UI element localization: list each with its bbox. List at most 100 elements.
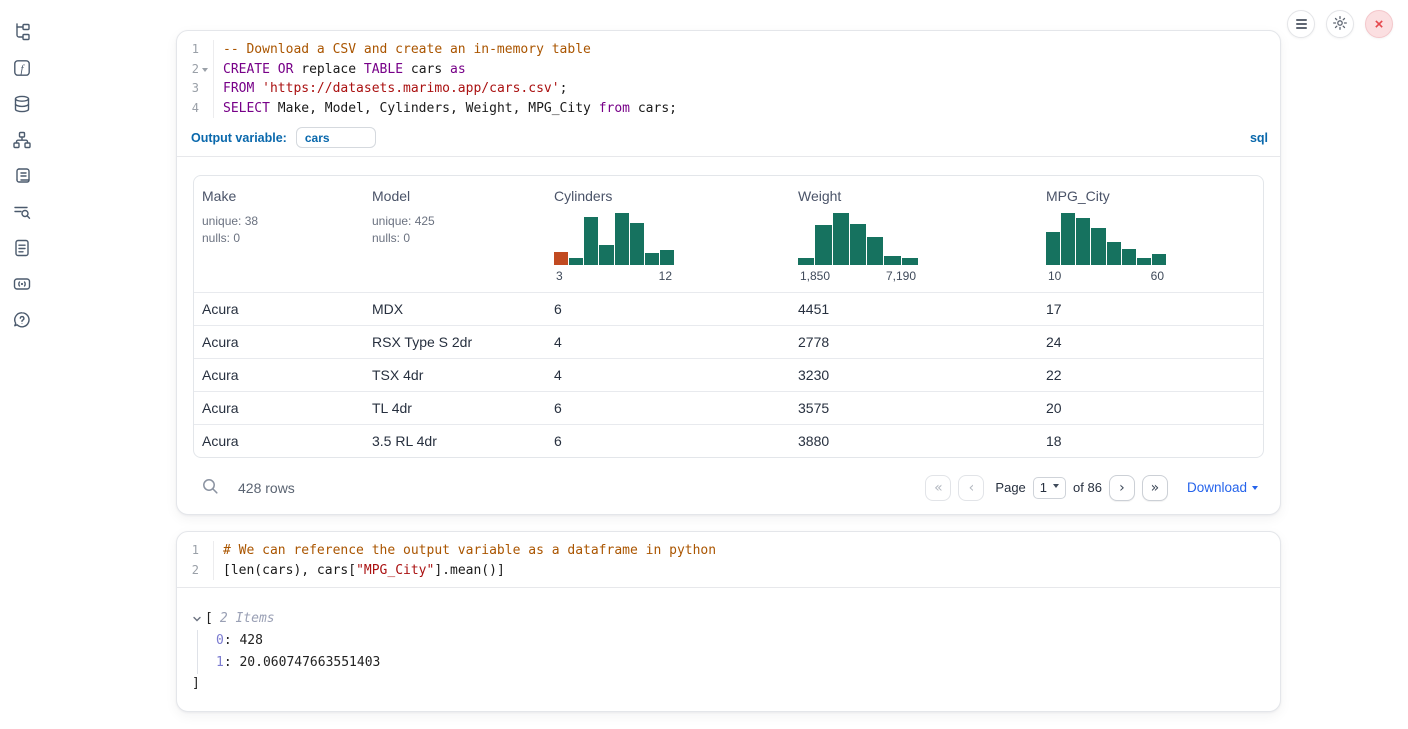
logs-search-icon (12, 202, 32, 222)
table-cell: 22 (1038, 367, 1263, 383)
sidebar-item-dependency-graph[interactable] (11, 129, 33, 151)
topbar: × (1287, 10, 1393, 38)
sidebar-item-logs[interactable] (11, 201, 33, 223)
next-page-button[interactable]: › (1109, 475, 1135, 501)
sidebar-item-functions[interactable]: f (11, 57, 33, 79)
sidebar-item-help[interactable] (11, 309, 33, 331)
menu-button[interactable] (1287, 10, 1315, 38)
prev-page-button[interactable]: ‹ (958, 475, 984, 501)
line-number: 1 (192, 40, 199, 60)
svg-text:f: f (20, 63, 25, 75)
table-row[interactable]: AcuraMDX6445117 (194, 292, 1263, 325)
first-page-button[interactable]: « (925, 475, 951, 501)
table-row[interactable]: AcuraRSX Type S 2dr4277824 (194, 325, 1263, 358)
scroll-icon (12, 166, 32, 186)
language-badge[interactable]: sql (1250, 131, 1268, 145)
line-gutter: 1 (177, 40, 214, 60)
download-label: Download (1187, 480, 1247, 495)
fold-spacer (200, 565, 210, 575)
code-text: CREATE OR replace TABLE cars as (214, 60, 466, 80)
column-header-model[interactable]: Modelunique: 425nulls: 0 (364, 188, 546, 283)
tree-separator: : (224, 655, 240, 670)
histogram-labels: 1,8507,190 (798, 269, 918, 283)
tree-key: 0 (216, 633, 224, 648)
table-cell: TSX 4dr (364, 367, 546, 383)
column-name: Cylinders (554, 188, 782, 204)
code-token: TABLE (364, 62, 403, 77)
sidebar-item-datasources[interactable] (11, 93, 33, 115)
pagination: « ‹ Page 1 of 86 › » Download (925, 475, 1258, 501)
items-count-label: 2 Items (220, 608, 275, 629)
histogram-bar (584, 217, 598, 265)
output-variable-input[interactable] (296, 127, 376, 148)
close-bracket: ] (192, 674, 1280, 694)
histogram-bar (1076, 218, 1090, 265)
code-token: OR (278, 62, 294, 77)
column-name: Weight (798, 188, 1030, 204)
histogram-bar (1152, 254, 1166, 265)
table-cell: RSX Type S 2dr (364, 334, 546, 350)
code-text: [len(cars), cars["MPG_City"].mean()] (214, 561, 505, 581)
table-cell: 3.5 RL 4dr (364, 433, 546, 449)
tree-key: 1 (216, 655, 224, 670)
row-count: 428 rows (238, 480, 295, 496)
sql-code-editor[interactable]: 1-- Download a CSV and create an in-memo… (177, 31, 1280, 125)
column-header-weight[interactable]: Weight 1,8507,190 (790, 188, 1038, 283)
histogram-bar (798, 258, 814, 265)
open-bracket: [ (205, 608, 213, 629)
column-name: Make (202, 188, 356, 204)
histogram-bar (1046, 232, 1060, 265)
code-token: CREATE (223, 62, 270, 77)
sql-cell-output: Makeunique: 38nulls: 0Modelunique: 425nu… (177, 157, 1280, 504)
settings-button[interactable] (1326, 10, 1354, 38)
table-cell: MDX (364, 301, 546, 317)
tree-body: 0: 4281: 20.060747663551403 (197, 630, 1280, 674)
line-number: 3 (192, 79, 199, 99)
collapse-chevron-icon[interactable] (192, 614, 202, 624)
code-text: SELECT Make, Model, Cylinders, Weight, M… (214, 99, 677, 119)
code-token: FROM (223, 81, 254, 96)
stat-unique: unique: 425 (372, 213, 538, 230)
column-header-cylinders[interactable]: Cylinders312 (546, 188, 790, 283)
histogram-bar (815, 225, 831, 265)
fold-chevron-icon[interactable] (200, 64, 210, 74)
histogram-bar (554, 252, 568, 265)
download-button[interactable]: Download (1187, 480, 1258, 495)
page-select[interactable]: 1 (1033, 477, 1066, 499)
code-token: replace (293, 62, 363, 77)
snippets-icon (12, 274, 32, 294)
table-row[interactable]: AcuraTSX 4dr4323022 (194, 358, 1263, 391)
code-line: 3FROM 'https://datasets.marimo.app/cars.… (177, 79, 1280, 99)
last-page-button[interactable]: » (1142, 475, 1168, 501)
table-cell: Acura (194, 400, 364, 416)
table-search-button[interactable] (199, 477, 221, 499)
chevron-down-icon (1053, 484, 1059, 491)
code-token: SELECT (223, 101, 270, 116)
python-code-editor[interactable]: 1# We can reference the output variable … (177, 532, 1280, 587)
table-cell: 3575 (790, 400, 1038, 416)
page-label: Page (995, 480, 1025, 495)
column-name: MPG_City (1046, 188, 1255, 204)
shutdown-button[interactable]: × (1365, 10, 1393, 38)
chevron-down-icon (1252, 486, 1258, 493)
code-line: 2[len(cars), cars["MPG_City"].mean()] (177, 561, 1280, 581)
sidebar-item-file-tree[interactable] (11, 21, 33, 43)
column-header-mpg_city[interactable]: MPG_City 1060 (1038, 188, 1263, 283)
histogram-bar (1107, 242, 1121, 265)
table-row[interactable]: Acura3.5 RL 4dr6388018 (194, 424, 1263, 457)
fold-spacer (200, 84, 210, 94)
histogram-bar (867, 237, 883, 265)
sidebar-item-snippets[interactable] (11, 273, 33, 295)
column-histogram: 1060 (1046, 213, 1166, 283)
sidebar-item-scratchpad[interactable] (11, 165, 33, 187)
table-row[interactable]: AcuraTL 4dr6357520 (194, 391, 1263, 424)
code-token: from (599, 101, 630, 116)
page-select-value: 1 (1040, 480, 1047, 495)
table-cell: 4451 (790, 301, 1038, 317)
column-header-make[interactable]: Makeunique: 38nulls: 0 (194, 188, 364, 283)
python-cell-output: [ 2 Items 0: 4281: 20.060747663551403 ] (177, 588, 1280, 694)
sidebar-item-documentation[interactable] (11, 237, 33, 259)
code-token: "MPG_City" (356, 563, 434, 578)
histogram-min-label: 3 (556, 269, 563, 283)
histogram-bar (1137, 258, 1151, 265)
